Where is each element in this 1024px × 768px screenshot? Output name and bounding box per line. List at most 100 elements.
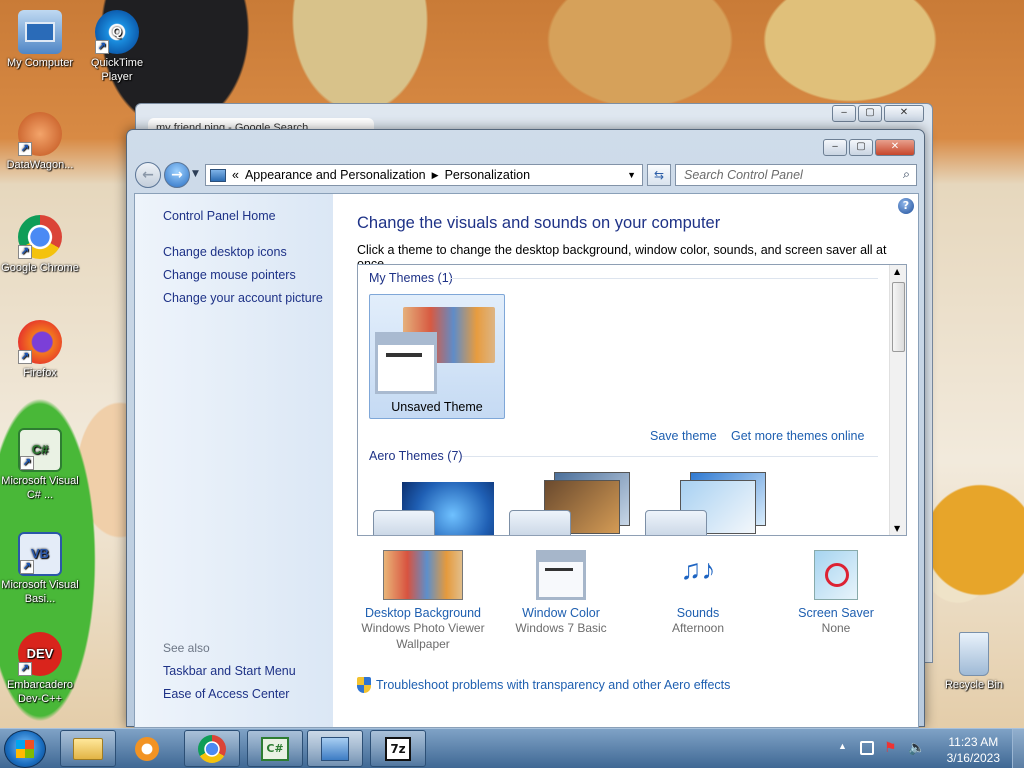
folder-icon <box>73 737 103 760</box>
firefox-icon: ↗ <box>18 320 62 364</box>
troubleshoot-text[interactable]: Troubleshoot problems with transparency … <box>376 678 730 692</box>
taskbar-control-panel[interactable] <box>307 730 363 767</box>
desktop-icon-visual-basic[interactable]: VB ↗ Microsoft Visual Basi... <box>0 532 80 606</box>
network-icon[interactable] <box>860 741 874 755</box>
breadcrumb-overflow[interactable]: « <box>226 168 245 182</box>
close-button[interactable]: ✕ <box>884 105 924 122</box>
taskbar-chrome[interactable] <box>184 730 240 767</box>
desktop-icon-datawagon[interactable]: ↗ DataWagon... <box>0 112 80 172</box>
7zip-icon: 7z <box>385 736 411 761</box>
desktop-icon-firefox[interactable]: ↗ Firefox <box>0 320 80 380</box>
desktop-icon-label: Microsoft Visual C# ... <box>1 475 79 501</box>
system-tray: ▲ ⚑ 🔈 11:23 AM 3/16/2023 <box>834 729 1024 768</box>
address-bar[interactable]: « Appearance and Personalization ▶ Perso… <box>205 164 643 186</box>
taskbar-visual-csharp[interactable]: C# <box>247 730 303 767</box>
help-icon[interactable]: ? <box>898 198 914 214</box>
control-panel-icon <box>210 168 226 182</box>
change-mouse-pointers-link[interactable]: Change mouse pointers <box>163 268 296 282</box>
theme-tile-unsaved[interactable]: Unsaved Theme <box>369 294 505 419</box>
personalization-window[interactable]: ‒ ▢ ✕ ← → ▼ « Appearance and Personaliza… <box>126 129 925 728</box>
back-button[interactable]: ← <box>135 162 161 188</box>
control-panel-home-link[interactable]: Control Panel Home <box>163 209 276 223</box>
breadcrumb-personalization[interactable]: Personalization <box>445 168 530 182</box>
taskbar-7zip[interactable]: 7z <box>370 730 426 767</box>
recent-pages-arrow[interactable]: ▼ <box>192 169 199 179</box>
action-center-icon[interactable]: ⚑ <box>884 739 897 756</box>
ease-of-access-link[interactable]: Ease of Access Center <box>163 687 289 701</box>
datawagon-icon: ↗ <box>18 112 62 156</box>
themes-scrollbar[interactable]: ▲ ▼ <box>889 265 906 535</box>
get-more-themes-link[interactable]: Get more themes online <box>731 429 864 443</box>
minimize-button[interactable]: ‒ <box>832 105 856 122</box>
shield-icon <box>357 677 371 693</box>
visual-csharp-icon: C# <box>261 736 289 761</box>
recycle-bin-icon <box>959 632 989 676</box>
theme-tile-aero-architecture[interactable] <box>509 464 631 535</box>
sounds-icon: ♫♪ <box>680 554 716 585</box>
sounds-option[interactable]: ♫♪ Sounds Afternoon <box>628 550 768 636</box>
sidebar: Control Panel Home Change desktop icons … <box>135 194 333 727</box>
taskbar-start-menu-link[interactable]: Taskbar and Start Menu <box>163 664 296 678</box>
desktop-icon-quicktime[interactable]: Q ↗ QuickTime Player <box>77 10 157 84</box>
desktop-icon-label: Recycle Bin <box>944 679 1004 691</box>
desktop-icon-my-computer[interactable]: My Computer <box>0 10 80 70</box>
refresh-button[interactable]: ⇆ <box>647 164 671 186</box>
content-area: Control Panel Home Change desktop icons … <box>134 193 919 728</box>
save-theme-link[interactable]: Save theme <box>650 429 717 443</box>
clock[interactable]: 11:23 AM 3/16/2023 <box>947 734 1000 766</box>
clock-date: 3/16/2023 <box>946 751 1000 765</box>
scrollbar-thumb[interactable] <box>892 282 905 352</box>
breadcrumb-appearance[interactable]: Appearance and Personalization <box>245 168 426 182</box>
desktop-icon-recycle-bin[interactable]: Recycle Bin <box>934 632 1014 692</box>
theme-name: Unsaved Theme <box>391 400 483 414</box>
desktop-icon-label: My Computer <box>6 57 74 69</box>
troubleshoot-link[interactable]: Troubleshoot problems with transparency … <box>357 677 730 693</box>
window-color-value: Windows 7 Basic <box>515 621 607 635</box>
maximize-button[interactable]: ▢ <box>849 139 873 156</box>
computer-icon <box>18 10 62 54</box>
sounds-title[interactable]: Sounds <box>628 606 768 620</box>
change-desktop-icons-link[interactable]: Change desktop icons <box>163 245 287 259</box>
breadcrumb-separator-icon[interactable]: ▶ <box>426 170 445 181</box>
screen-saver-option[interactable]: Screen Saver None <box>766 550 906 636</box>
visual-csharp-icon: C# ↗ <box>18 428 62 472</box>
taskbar-explorer[interactable] <box>60 730 116 767</box>
window-color-option[interactable]: Window Color Windows 7 Basic <box>491 550 631 636</box>
desktop-icon-visual-csharp[interactable]: C# ↗ Microsoft Visual C# ... <box>0 428 80 502</box>
theme-tile-aero-windows7[interactable] <box>373 482 495 535</box>
volume-icon[interactable]: 🔈 <box>908 739 925 756</box>
change-account-picture-link[interactable]: Change your account picture <box>163 291 323 305</box>
show-hidden-icons-arrow[interactable]: ▲ <box>838 741 847 751</box>
desktop-background-option[interactable]: Desktop Background Windows Photo Viewer … <box>353 550 493 652</box>
desktop-icon-chrome[interactable]: ↗ Google Chrome <box>0 215 80 275</box>
start-button[interactable] <box>4 730 46 768</box>
minimize-button[interactable]: ‒ <box>823 139 847 156</box>
windows-logo-icon <box>16 740 34 758</box>
search-input[interactable]: Search Control Panel ⌕ <box>675 164 917 186</box>
themes-list[interactable]: My Themes (1) Unsaved Theme Save theme G… <box>357 264 907 536</box>
address-dropdown-icon[interactable]: ▼ <box>627 170 636 180</box>
window-color-title[interactable]: Window Color <box>491 606 631 620</box>
desktop-icon-label: Microsoft Visual Basi... <box>1 579 79 605</box>
theme-tile-aero-characters[interactable] <box>645 464 767 535</box>
show-desktop-button[interactable] <box>1012 729 1024 768</box>
search-icon[interactable]: ⌕ <box>903 167 910 182</box>
desktop-icon-label: Firefox <box>23 367 57 379</box>
close-button[interactable]: ✕ <box>875 139 915 156</box>
quicktime-icon: Q ↗ <box>95 10 139 54</box>
screen-saver-icon <box>814 550 858 600</box>
taskbar-media-player[interactable] <box>121 730 173 767</box>
screen-saver-title[interactable]: Screen Saver <box>766 606 906 620</box>
scroll-up-arrow-icon[interactable]: ▲ <box>894 267 900 276</box>
desktop-background-value: Windows Photo Viewer Wallpaper <box>361 621 485 651</box>
scroll-down-arrow-icon[interactable]: ▼ <box>894 524 900 533</box>
clock-time: 11:23 AM <box>948 735 999 749</box>
maximize-button[interactable]: ▢ <box>858 105 882 122</box>
forward-button[interactable]: → <box>164 162 190 188</box>
desktop-icon-devcpp[interactable]: DEV ↗ Embarcadero Dev-C++ <box>0 632 80 706</box>
desktop-background-title[interactable]: Desktop Background <box>353 606 493 620</box>
window-color-icon <box>536 550 586 600</box>
screen-saver-value: None <box>821 621 851 635</box>
group-divider <box>462 456 878 457</box>
page-title: Change the visuals and sounds on your co… <box>357 214 721 232</box>
